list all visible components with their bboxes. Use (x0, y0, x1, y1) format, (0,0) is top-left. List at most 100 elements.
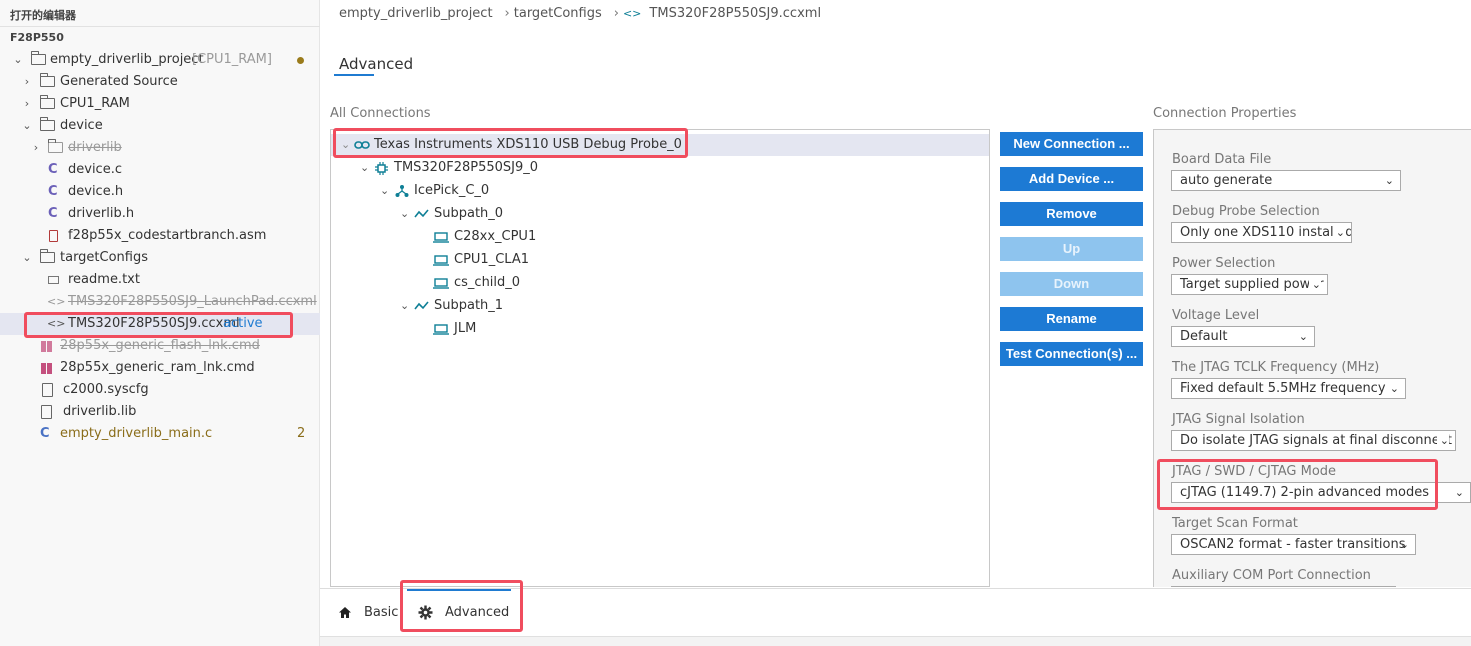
rename-button[interactable]: Rename (1000, 307, 1143, 331)
tree-item-asm-file[interactable]: f28p55x_codestartbranch.asm (0, 225, 320, 247)
laptop-icon (433, 232, 449, 243)
tree-node-cla1[interactable]: CPU1_CLA1 (331, 249, 989, 271)
path-icon (414, 209, 429, 218)
select-value: cJTAG (1149.7) 2-pin advanced modes (1180, 485, 1430, 500)
tree-item-label: 28p55x_generic_flash_lnk.cmd (60, 338, 260, 353)
chevron-down-icon: ⌄ (1399, 538, 1409, 551)
status-strip (320, 636, 1471, 646)
tab-label: Basic (364, 605, 399, 620)
router-icon (395, 185, 409, 197)
remove-button[interactable]: Remove (1000, 202, 1143, 226)
breadcrumb-folder[interactable]: targetConfigs (514, 6, 602, 21)
chevron-right-icon: › (33, 141, 39, 154)
tree-item-device-h[interactable]: C device.h (0, 181, 320, 203)
c-file-icon: C (48, 162, 58, 177)
tree-node-subpath-0[interactable]: ⌄ Subpath_0 (331, 203, 989, 225)
down-button[interactable]: Down (1000, 272, 1143, 296)
tree-item-project[interactable]: ⌄ empty_driverlib_project [CPU1_RAM] (0, 49, 320, 71)
chevron-down-icon: ⌄ (22, 119, 32, 132)
tree-item-cpu1-ram[interactable]: › CPU1_RAM (0, 93, 320, 115)
jtag-tclk-frequency-select[interactable]: Fixed default 5.5MHz frequency ⌄ (1171, 378, 1406, 399)
tree-item-label: targetConfigs (60, 250, 149, 265)
chevron-down-icon: ⌄ (1332, 223, 1345, 242)
tree-item-label: TMS320F28P550SJ9_LaunchPad.ccxml (68, 294, 317, 309)
tree-node-label: CPU1_CLA1 (454, 252, 529, 267)
tree-item-launchpad-ccxml[interactable]: <> TMS320F28P550SJ9_LaunchPad.ccxml (0, 291, 320, 313)
jtag-signal-isolation-select[interactable]: Do isolate JTAG signals at final disconn… (1171, 430, 1456, 451)
chevron-down-icon: ⌄ (400, 299, 410, 312)
tree-item-driverlib-folder[interactable]: › driverlib (0, 137, 320, 159)
tree-node-label: Subpath_1 (434, 298, 504, 313)
problem-count-badge: 2 (297, 426, 306, 441)
editor-tabs: Basic Advanced (320, 588, 1471, 636)
gear-icon (418, 605, 433, 620)
auxiliary-com-port-select[interactable] (1171, 586, 1396, 587)
tree-item-flash-cmd[interactable]: 28p55x_generic_flash_lnk.cmd (0, 335, 320, 357)
select-value: auto generate (1180, 173, 1273, 188)
tree-item-ram-cmd[interactable]: 28p55x_generic_ram_lnk.cmd (0, 357, 320, 379)
jtag-signal-isolation-label: JTAG Signal Isolation (1172, 412, 1305, 427)
tree-node-label: C28xx_CPU1 (454, 229, 537, 244)
tree-item-generated-source[interactable]: › Generated Source (0, 71, 320, 93)
folder-icon (40, 117, 55, 131)
tree-item-active-ccxml[interactable]: <> TMS320F28P550SJ9.ccxml active (0, 313, 320, 335)
tree-item-driverlib-lib[interactable]: driverlib.lib (0, 401, 320, 423)
chevron-down-icon: ⌄ (380, 184, 390, 197)
power-selection-select[interactable]: Target supplied power ⌄ (1171, 274, 1328, 295)
tree-node-device[interactable]: ⌄ TMS320F28P550SJ9_0 (331, 157, 989, 179)
tree-node-label: Subpath_0 (434, 206, 504, 221)
board-data-file-select[interactable]: auto generate ⌄ (1171, 170, 1401, 191)
tree-node-icepick[interactable]: ⌄ IcePick_C_0 (331, 180, 989, 202)
chevron-down-icon: ⌄ (1298, 330, 1308, 343)
debug-probe-selection-select[interactable]: Only one XDS110 installed ⌄ (1171, 222, 1352, 243)
tree-item-target-configs[interactable]: ⌄ targetConfigs (0, 247, 320, 269)
tree-item-label: driverlib.lib (63, 404, 137, 419)
tree-item-driverlib-h[interactable]: C driverlib.h (0, 203, 320, 225)
home-icon (339, 607, 351, 618)
add-device-button[interactable]: Add Device ... (1000, 167, 1143, 191)
board-data-file-label: Board Data File (1172, 152, 1272, 167)
title-underline (334, 74, 374, 76)
tree-item-label: readme.txt (68, 272, 140, 287)
jtag-mode-select[interactable]: cJTAG (1149.7) 2-pin advanced modes ⌄ (1171, 482, 1471, 503)
laptop-icon (433, 324, 449, 335)
chevron-down-icon: ⌄ (400, 207, 410, 220)
tree-node-cpu1[interactable]: C28xx_CPU1 (331, 226, 989, 248)
tree-item-readme[interactable]: readme.txt (0, 269, 320, 291)
target-scan-format-select[interactable]: OSCAN2 format - faster transitions ⌄ (1171, 534, 1416, 555)
xml-file-icon: <> (47, 317, 66, 330)
tree-node-cs-child[interactable]: cs_child_0 (331, 272, 989, 294)
target-scan-format-label: Target Scan Format (1172, 516, 1298, 531)
tree-item-syscfg[interactable]: c2000.syscfg (0, 379, 320, 401)
xml-file-icon: <> (47, 295, 66, 308)
chevron-down-icon: ⌄ (1454, 486, 1464, 499)
file-icon (41, 405, 52, 419)
breadcrumb-file[interactable]: TMS320F28P550SJ9.ccxml (649, 6, 821, 21)
project-root-header[interactable]: F28P550 (10, 31, 64, 44)
breadcrumb-project[interactable]: empty_driverlib_project (339, 6, 493, 21)
connection-properties-panel: Board Data File auto generate ⌄ Debug Pro… (1153, 129, 1471, 587)
tree-item-device-c[interactable]: C device.c (0, 159, 320, 181)
tree-item-label: f28p55x_codestartbranch.asm (68, 228, 267, 243)
new-connection-button[interactable]: New Connection ... (1000, 132, 1143, 156)
tree-item-main-c[interactable]: C empty_driverlib_main.c 2 (0, 423, 320, 445)
tree-item-device[interactable]: ⌄ device (0, 115, 320, 137)
debug-probe-selection-label: Debug Probe Selection (1172, 204, 1320, 219)
tree-node-jlm[interactable]: JLM (331, 318, 989, 340)
path-icon (414, 301, 429, 310)
test-connection-button[interactable]: Test Connection(s) ... (1000, 342, 1143, 366)
laptop-icon (433, 255, 449, 266)
voltage-level-select[interactable]: Default ⌄ (1171, 326, 1315, 347)
chevron-down-icon: ⌄ (341, 138, 351, 151)
tree-node-debug-probe[interactable]: ⌄ Texas Instruments XDS110 USB Debug Pro… (331, 134, 989, 156)
tree-node-label: IcePick_C_0 (414, 183, 490, 198)
jtag-mode-label: JTAG / SWD / CJTAG Mode (1172, 464, 1337, 479)
open-editors-header[interactable]: 打开的编辑器 (10, 7, 76, 23)
chevron-down-icon: ⌄ (360, 161, 370, 174)
select-value: Target supplied power (1180, 277, 1324, 292)
tree-node-label: JLM (454, 321, 477, 336)
tree-item-label: c2000.syscfg (63, 382, 149, 397)
tree-node-subpath-1[interactable]: ⌄ Subpath_1 (331, 295, 989, 317)
link-icon (354, 141, 370, 149)
up-button[interactable]: Up (1000, 237, 1143, 261)
